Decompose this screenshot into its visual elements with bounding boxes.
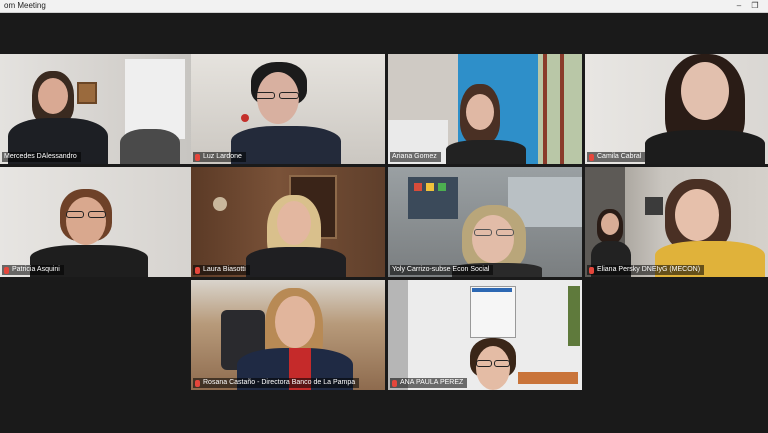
video-tile[interactable]: Luz Lardone <box>191 54 385 164</box>
participant-name-tag: Luz Lardone <box>193 152 246 162</box>
video-gallery: Mercedes DAlessandro Luz Lardone Ariana … <box>0 13 768 433</box>
mic-muted-icon <box>195 379 200 387</box>
mic-muted-icon <box>195 153 200 161</box>
participant-name-tag: Patricia Asquini <box>2 265 64 275</box>
participant-name-tag: Camila Cabral <box>587 152 646 162</box>
mic-muted-icon <box>4 266 9 274</box>
video-tile[interactable]: Mercedes DAlessandro <box>0 54 194 164</box>
participant-name-tag: Ariana Gomez <box>390 152 441 162</box>
mic-muted-icon <box>195 266 200 274</box>
participant-name-tag: Laura Biasotti <box>193 265 250 275</box>
video-tile[interactable]: Patricia Asquini <box>0 167 194 277</box>
mic-muted-icon <box>392 379 397 387</box>
title-bar: om Meeting – ❐ <box>0 0 768 13</box>
participant-name-tag: Eliana Persky DNEIyG (MECON) <box>587 265 705 275</box>
mic-muted-icon <box>589 266 594 274</box>
participant-name-tag: Mercedes DAlessandro <box>2 152 81 162</box>
participant-name-tag: Rosana Castaño - Directora Banco de La P… <box>193 378 360 388</box>
video-tile[interactable]: ANA PAULA PEREZ <box>388 280 582 390</box>
mic-muted-icon <box>589 153 594 161</box>
minimize-button[interactable]: – <box>732 0 746 12</box>
participant-name-tag: ANA PAULA PEREZ <box>390 378 468 388</box>
video-tile[interactable]: Rosana Castaño - Directora Banco de La P… <box>191 280 385 390</box>
video-tile[interactable]: Eliana Persky DNEIyG (MECON) <box>585 167 768 277</box>
video-tile[interactable]: Ariana Gomez <box>388 54 582 164</box>
video-tile[interactable]: Yoly Carrizo-subse Econ Social <box>388 167 582 277</box>
participant-name-tag: Yoly Carrizo-subse Econ Social <box>390 265 494 275</box>
video-tile[interactable]: Camila Cabral <box>585 54 768 164</box>
video-tile[interactable]: Laura Biasotti <box>191 167 385 277</box>
restore-button[interactable]: ❐ <box>748 0 762 12</box>
window-title: om Meeting <box>4 1 46 10</box>
